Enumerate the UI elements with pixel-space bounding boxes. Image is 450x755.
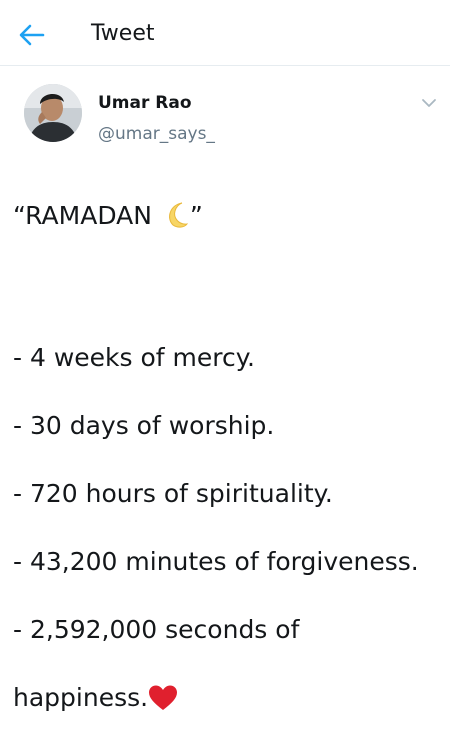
tweet-line-1-open: “RAMADAN (13, 201, 160, 230)
tweet-line-3: - 30 days of worship. (13, 411, 275, 440)
arrow-left-icon (19, 24, 45, 46)
author-name[interactable]: Umar Rao (98, 91, 192, 115)
author-handle[interactable]: @umar_says_ (98, 122, 215, 146)
page-title: Tweet (91, 21, 155, 46)
tweet-line-6: - 2,592,000 seconds of (13, 615, 300, 644)
profile-photo (24, 84, 82, 142)
tweet-line-4: - 720 hours of spirituality. (13, 479, 333, 508)
tweet-line-2: - 4 weeks of mercy. (13, 343, 255, 372)
tweet-text: “RAMADAN ” - 4 weeks of mercy. - 30 days… (13, 165, 443, 755)
crescent-moon-emoji (160, 200, 190, 239)
tweet-line-1: “RAMADAN ” (13, 199, 443, 239)
top-bar: Tweet (0, 0, 450, 66)
tweet-line-7-wrap: happiness. (13, 681, 443, 721)
avatar[interactable] (24, 84, 82, 142)
chevron-down-icon (422, 99, 436, 107)
back-button[interactable] (17, 20, 47, 50)
tweet-menu-button[interactable] (419, 93, 439, 113)
tweet-line-7: happiness. (13, 683, 149, 712)
tweet-line-1-close: ” (189, 201, 203, 230)
red-heart-emoji (148, 684, 178, 721)
tweet-line-5: - 43,200 minutes of forgiveness. (13, 547, 419, 576)
